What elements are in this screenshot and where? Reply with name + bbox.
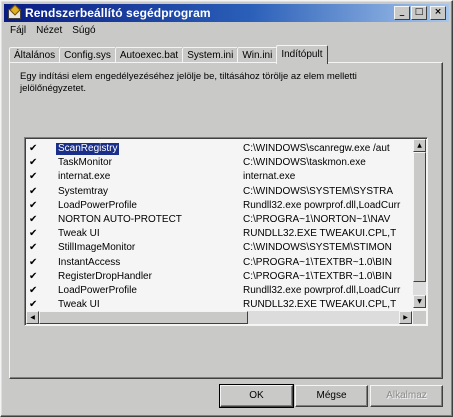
startup-item-path: C:\PROGRA~1\TEXTBR~1.0\BIN: [243, 270, 392, 282]
startup-item-path: C:\PROGRA~1\TEXTBR~1.0\BIN: [243, 256, 392, 268]
startup-item-path: C:\WINDOWS\SYSTEM\STIMON: [243, 242, 392, 254]
scroll-right-icon[interactable]: ▶: [399, 311, 412, 324]
list-item[interactable]: ✔ RegisterDropHandler C:\PROGRA~1\TEXTBR~1…: [26, 270, 412, 284]
startup-rows: ✔ ScanRegistry C:\WINDOWS\scanregw.exe /au…: [26, 142, 412, 312]
cancel-button[interactable]: Mégse: [295, 385, 368, 407]
startup-panel: Egy indítási elem engedélyezéséhez jelöl…: [9, 62, 443, 379]
startup-item-name: Tweak UI: [58, 228, 100, 240]
startup-item-name: LoadPowerProfile: [58, 284, 137, 296]
horizontal-scroll-thumb[interactable]: [39, 311, 248, 324]
startup-item-name: TaskMonitor: [58, 157, 112, 169]
startup-checkbox[interactable]: ✔: [29, 172, 39, 182]
dialog-buttons: OK Mégse Alkalmaz: [1, 384, 452, 408]
startup-checkbox[interactable]: ✔: [29, 271, 39, 282]
scroll-left-icon[interactable]: ◀: [26, 311, 39, 324]
list-item[interactable]: ✔ TaskMonitor C:\WINDOWS\taskmon.exe: [26, 156, 412, 170]
startup-item-name: internat.exe: [58, 171, 111, 183]
startup-checkbox[interactable]: ✔: [29, 285, 39, 296]
list-item[interactable]: ✔ InstantAccess C:\PROGRA~1\TEXTBR~1.0\BIN: [26, 256, 412, 270]
system-configuration-window: Rendszerbeállító segédprogram _ □ × Fájl…: [0, 0, 453, 417]
tab-autoexec-bat[interactable]: Autoexec.bat: [114, 47, 184, 63]
list-item[interactable]: ✔ LoadPowerProfile Rundll32.exe powrprof.d…: [26, 199, 412, 213]
startup-item-name: StillImageMonitor: [58, 242, 136, 254]
list-item[interactable]: ✔ internat.exe internat.exe: [26, 170, 412, 184]
list-item[interactable]: ✔ LoadPowerProfile Rundll32.exe powrprof.d…: [26, 284, 412, 298]
tab-startup[interactable]: Indítópult: [276, 45, 328, 64]
startup-checkbox[interactable]: ✔: [29, 243, 39, 253]
app-icon: [7, 6, 21, 20]
startup-item-path: C:\WINDOWS\SYSTEM\SYSTRA: [243, 185, 394, 197]
vertical-scrollbar[interactable]: ▲ ▼: [413, 139, 426, 308]
vertical-scroll-thumb[interactable]: [413, 152, 426, 282]
startup-checkbox[interactable]: ✔: [29, 144, 39, 154]
instructions-text: Egy indítási elem engedélyezéséhez jelöl…: [20, 71, 357, 94]
list-item[interactable]: ✔ StillImageMonitor C:\WINDOWS\SYSTEM\STIM…: [26, 241, 412, 255]
startup-item-path: Rundll32.exe powrprof.dll,LoadCurr: [243, 199, 401, 211]
startup-checkbox[interactable]: ✔: [29, 186, 39, 197]
startup-item-path: C:\WINDOWS\taskmon.exe: [243, 157, 366, 169]
tab-config-sys[interactable]: Config.sys: [59, 47, 116, 63]
startup-item-path: C:\PROGRA~1\NORTON~1\NAV: [243, 213, 391, 225]
startup-item-name: InstantAccess: [58, 256, 121, 268]
list-item[interactable]: ✔ Systemtray C:\WINDOWS\SYSTEM\SYSTRA: [26, 185, 412, 199]
startup-item-path: C:\WINDOWS\scanregw.exe /aut: [243, 143, 390, 154]
startup-item-name: Tweak UI: [58, 299, 100, 311]
list-item[interactable]: ✔ Tweak UI RUNDLL32.EXE TWEAKUI.CPL,T: [26, 227, 412, 241]
startup-checkbox[interactable]: ✔: [29, 214, 39, 225]
menu-file[interactable]: Fájl: [5, 24, 31, 40]
apply-button[interactable]: Alkalmaz: [370, 385, 443, 407]
minimize-button[interactable]: _: [394, 6, 410, 20]
scroll-up-icon[interactable]: ▲: [413, 139, 426, 152]
startup-item-name: NORTON AUTO-PROTECT: [58, 213, 182, 225]
title-buttons: _ □ ×: [394, 6, 446, 20]
startup-item-path: RUNDLL32.EXE TWEAKUI.CPL,T: [243, 228, 397, 240]
startup-checkbox[interactable]: ✔: [29, 200, 39, 211]
startup-checkbox[interactable]: ✔: [29, 300, 39, 310]
title-bar[interactable]: Rendszerbeállító segédprogram _ □ ×: [4, 4, 449, 22]
startup-item-name: Systemtray: [58, 185, 109, 197]
startup-checkbox[interactable]: ✔: [29, 257, 39, 268]
startup-item-path: internat.exe: [243, 171, 296, 183]
menu-view[interactable]: Nézet: [31, 24, 67, 40]
tab-strip: Általános Config.sys Autoexec.bat System…: [9, 43, 328, 64]
maximize-button[interactable]: □: [411, 6, 427, 20]
list-item[interactable]: ✔ NORTON AUTO-PROTECT C:\PROGRA~1\NORTON~1…: [26, 213, 412, 227]
tab-system-ini[interactable]: System.ini: [182, 47, 239, 63]
startup-item-path: RUNDLL32.EXE TWEAKUI.CPL,T: [243, 299, 397, 311]
window-title: Rendszerbeállító segédprogram: [25, 6, 211, 20]
startup-checkbox[interactable]: ✔: [29, 229, 39, 239]
startup-item-name: ScanRegistry: [56, 143, 120, 155]
startup-item-name: LoadPowerProfile: [58, 199, 137, 211]
list-item[interactable]: ✔ ScanRegistry C:\WINDOWS\scanregw.exe /au…: [26, 142, 412, 156]
ok-button[interactable]: OK: [219, 384, 294, 408]
horizontal-scrollbar[interactable]: ◀ ▶: [26, 311, 412, 324]
menu-help[interactable]: Súgó: [67, 24, 100, 40]
tab-general[interactable]: Általános: [9, 47, 61, 63]
startup-item-path: Rundll32.exe powrprof.dll,LoadCurr: [243, 284, 401, 296]
startup-item-name: RegisterDropHandler: [58, 270, 152, 282]
startup-checkbox[interactable]: ✔: [29, 158, 39, 168]
menu-bar: Fájl Nézet Súgó: [5, 24, 101, 40]
scrollbar-corner: [413, 311, 426, 324]
close-button[interactable]: ×: [430, 6, 446, 20]
startup-items-list[interactable]: ✔ ScanRegistry C:\WINDOWS\scanregw.exe /au…: [24, 137, 428, 326]
scroll-down-icon[interactable]: ▼: [413, 295, 426, 308]
tab-win-ini[interactable]: Win.ini: [237, 47, 278, 63]
